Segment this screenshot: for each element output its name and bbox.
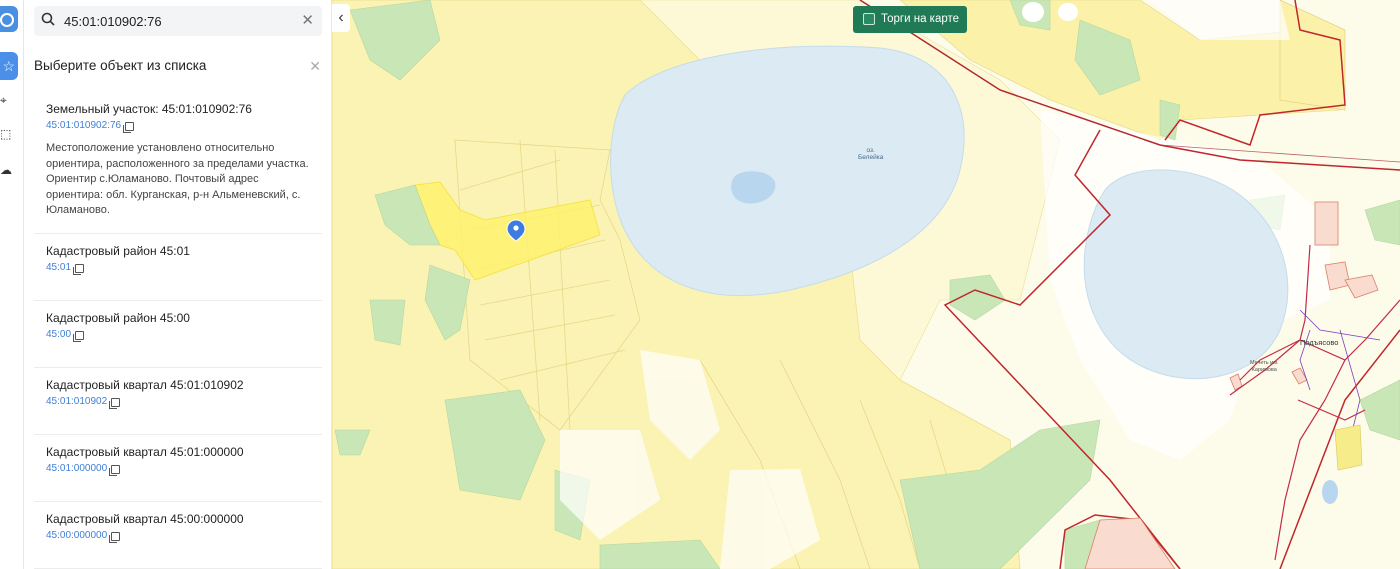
logo-icon[interactable]: [0, 6, 18, 32]
panel-title: Выберите объект из списка: [34, 58, 207, 73]
list-item[interactable]: Кадастровый квартал 45:01:010902 45:01:0…: [34, 368, 322, 435]
item-title: Кадастровый квартал 45:01:000000: [46, 445, 244, 459]
list-item[interactable]: Кадастровый квартал 45:01:000000 45:01:0…: [34, 435, 322, 502]
item-title: Кадастровый квартал 45:01:010902: [46, 378, 244, 392]
item-title: Кадастровый квартал 45:00:000000: [46, 512, 244, 526]
list-item[interactable]: Кадастровый квартал 45:00:000000 45:00:0…: [34, 502, 322, 569]
clear-icon[interactable]: ✕: [301, 12, 314, 30]
village-label: Подъясово: [1300, 338, 1339, 347]
layers-icon[interactable]: ☁: [0, 163, 14, 177]
list-item[interactable]: Земельный участок: 45:01:010902:76 45:01…: [34, 92, 322, 234]
torgi-toggle-button[interactable]: Торги на карте: [853, 6, 967, 33]
copy-icon[interactable]: [123, 121, 135, 133]
item-code[interactable]: 45:01: [46, 261, 310, 275]
item-code[interactable]: 45:01:010902: [46, 395, 310, 409]
pond: [1322, 480, 1338, 504]
result-list: Земельный участок: 45:01:010902:76 45:01…: [34, 92, 322, 569]
app-root: оз. Белейка Подъясово Мечеть им. Каримова …: [0, 0, 1400, 569]
lake-label: оз. Белейка: [858, 147, 884, 161]
copy-icon[interactable]: [73, 263, 85, 275]
item-title: Земельный участок: 45:01:010902:76: [46, 102, 252, 116]
pond: [1022, 2, 1044, 22]
close-icon[interactable]: ✕: [309, 58, 321, 75]
item-description: Местоположение установлено относительно …: [46, 142, 309, 216]
item-title: Кадастровый район 45:00: [46, 311, 190, 325]
pond: [1058, 3, 1078, 21]
search-input[interactable]: [64, 10, 294, 32]
item-title: Кадастровый район 45:01: [46, 244, 190, 258]
route-icon[interactable]: ⌖: [0, 93, 14, 107]
chevron-left-icon[interactable]: ‹: [332, 4, 350, 32]
item-code[interactable]: 45:00:000000: [46, 529, 310, 543]
list-item[interactable]: Кадастровый район 45:00 45:00: [34, 301, 322, 368]
copy-icon[interactable]: [109, 464, 121, 476]
copy-icon[interactable]: [109, 397, 121, 409]
village-field: [1334, 424, 1363, 471]
search-box: ✕: [34, 6, 322, 36]
star-icon[interactable]: ☆: [0, 52, 18, 80]
item-code[interactable]: 45:01:000000: [46, 462, 310, 476]
poi-label: Мечеть им. Каримова: [1250, 360, 1279, 373]
item-code[interactable]: 45:01:010902:76: [46, 119, 310, 133]
copy-icon[interactable]: [73, 330, 85, 342]
item-code[interactable]: 45:00: [46, 328, 310, 342]
torgi-label: Торги на карте: [881, 13, 960, 25]
selection-icon[interactable]: ⬚: [0, 127, 14, 141]
checkbox-icon[interactable]: [863, 13, 875, 25]
list-item[interactable]: Кадастровый район 45:01 45:01: [34, 234, 322, 301]
search-icon[interactable]: [41, 12, 55, 26]
copy-icon[interactable]: [109, 531, 121, 543]
left-rail: ☆ ⌖ ⬚ ☁: [0, 0, 24, 569]
search-panel: ✕ Выберите объект из списка ✕ Земельный …: [24, 0, 332, 569]
